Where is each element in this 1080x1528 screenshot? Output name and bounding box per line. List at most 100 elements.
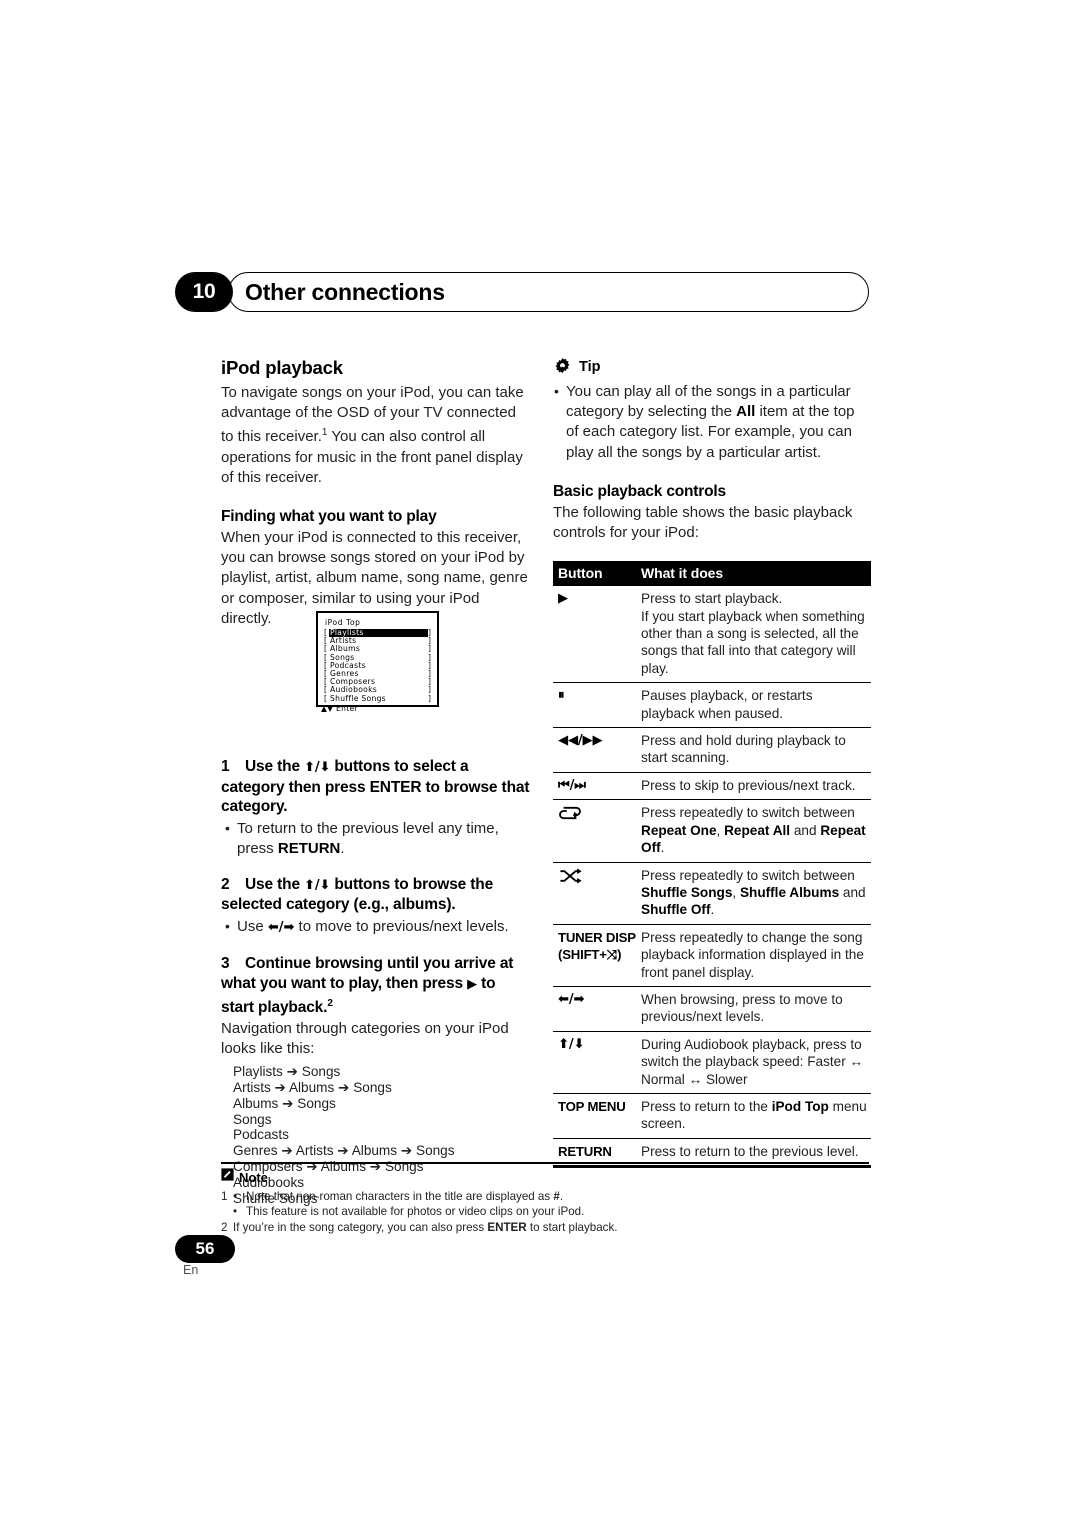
step-1-text-a: Use the — [245, 758, 305, 776]
list-item: Podcasts — [233, 1127, 289, 1143]
play-icon: ▶ — [467, 976, 477, 992]
note-text-post: . — [559, 1190, 564, 1203]
intro-paragraph: To navigate songs on your iPod, you can … — [221, 383, 531, 488]
note-item-1: 1 • Note that non-roman characters in the … — [221, 1189, 881, 1204]
menu-ipod-top: iPod Top — [771, 1098, 829, 1114]
desc-sep: , — [716, 822, 725, 838]
bullet-post: . — [340, 839, 345, 857]
step-2-bullets: Use ⬅/➡ to move to previous/next levels. — [221, 916, 531, 938]
step-2-text: 2 Use the ⬆/⬇ buttons to browse the selec… — [221, 875, 531, 915]
desc-line: Press to start playback. — [641, 591, 783, 607]
column-header-what-it-does: What it does — [636, 561, 871, 587]
shuffle-icon — [553, 862, 636, 925]
note-header: Note — [221, 1168, 881, 1186]
key-enter: ENTER — [487, 1220, 527, 1234]
ipod-item-label: Shuffle Songs — [330, 693, 386, 703]
desc-pre: Press repeatedly to switch between — [641, 805, 855, 821]
step-2-text-a: Use the — [245, 875, 305, 893]
row-description: When browsing, press to move to previous… — [636, 986, 871, 1032]
desc-post: . — [710, 902, 715, 918]
table-row: ⬅/➡ When browsing, press to move to prev… — [553, 986, 871, 1032]
bullet-pre: Use — [237, 917, 268, 935]
bracket-right: ] — [428, 693, 432, 703]
skip-prev-next-icon: ⏮/⏭ — [553, 772, 636, 801]
bullet-pre: To return to the previous level any time… — [237, 819, 499, 857]
mode-repeat-one: Repeat One — [641, 822, 717, 838]
left-column: iPod playback To navigate songs on your … — [221, 357, 531, 1206]
desc-sep: and — [839, 884, 866, 900]
page-number-badge: 56 — [175, 1235, 235, 1263]
step-1-number: 1 — [221, 758, 230, 776]
table-row: ⏸ Pauses playback, or restarts playback … — [553, 682, 871, 729]
note-item-3: 2 If you’re in the song category, you can… — [221, 1220, 881, 1235]
basic-controls-intro: The following table shows the basic play… — [553, 503, 853, 542]
step-3: 3 Continue browsing until you arrive at w… — [221, 954, 531, 1059]
note-bullet: • — [233, 1190, 238, 1203]
row-description: Press repeatedly to switch between Shuff… — [636, 862, 871, 925]
button-tuner-disp: TUNER DISP (SHIFT+⤨) — [553, 924, 636, 987]
repeat-icon — [553, 799, 636, 863]
playback-controls-table: Button What it does ▶ Press to start pla… — [553, 561, 871, 1169]
desc-post: . — [660, 840, 665, 856]
table-row: Press repeatedly to switch between Repea… — [553, 799, 871, 863]
list-item: To return to the previous level any time… — [221, 818, 531, 859]
chapter-title: Other connections — [245, 279, 445, 305]
step-2-number: 2 — [221, 875, 230, 893]
mode-shuffle-off: Shuffle Off — [641, 902, 711, 918]
table-row: ◀◀/▶▶ Press and hold during playback to … — [553, 727, 871, 773]
row-description: Press to start playback. If you start pl… — [636, 586, 871, 684]
list-item: Artists ➔ Albums ➔ Songs — [233, 1080, 392, 1095]
ipod-screen-footer-enter: ▲▼ Enter — [321, 703, 358, 713]
note-divider — [221, 1162, 869, 1165]
desc-line: If you start playback when something oth… — [641, 608, 865, 676]
row-description: During Audiobook playback, press to swit… — [636, 1031, 871, 1094]
tip-label: Tip — [579, 358, 601, 375]
note-text-pre: Note that non-roman characters in the ti… — [246, 1190, 554, 1203]
page-language-code: En — [183, 1263, 199, 1277]
nav-intro: Navigation through categories on your iP… — [221, 1019, 509, 1057]
list-item: You can play all of the songs in a parti… — [553, 381, 871, 463]
section-title-ipod-playback: iPod playback — [221, 357, 343, 378]
gear-icon — [553, 357, 572, 376]
key-all: All — [736, 403, 756, 421]
step-1: 1 Use the ⬆/⬇ buttons to select a categor… — [221, 757, 531, 859]
column-header-button: Button — [553, 561, 636, 587]
ipod-screen-list: [Playlists] [Artists] [Albums] [Songs] [… — [324, 628, 433, 703]
step-3-text: 3 Continue browsing until you arrive at w… — [221, 954, 531, 1018]
left-right-arrow-icon: ⬅/➡ — [553, 986, 636, 1032]
row-description: Press to return to the iPod Top menu scr… — [636, 1093, 871, 1139]
left-right-arrow-icon: ⬅/➡ — [267, 919, 295, 935]
list-item: Use ⬅/➡ to move to previous/next levels. — [221, 916, 531, 938]
footnote-marker-2: 2 — [327, 998, 333, 1010]
note-text-post: to start playback. — [526, 1220, 618, 1234]
mode-shuffle-songs: Shuffle Songs — [641, 884, 733, 900]
button-top-menu: TOP MENU — [553, 1093, 636, 1139]
step-1-text: 1 Use the ⬆/⬇ buttons to select a categor… — [221, 757, 531, 817]
note-text-pre: This feature is not available for photos… — [246, 1205, 585, 1219]
desc-sep: , — [732, 884, 740, 900]
list-item: Genres ➔ Artists ➔ Albums ➔ Songs — [233, 1143, 455, 1159]
subsection-title-finding: Finding what you want to play — [221, 508, 437, 526]
key-return: RETURN — [277, 839, 341, 857]
manual-page: 10 Other connections iPod playback To na… — [0, 0, 1080, 1528]
row-description: Press to skip to previous/next track. — [636, 772, 871, 801]
list-item: Albums ➔ Songs — [233, 1095, 336, 1111]
list-item: Songs — [233, 1111, 272, 1127]
bullet-post: to move to previous/next levels. — [294, 917, 509, 935]
subsection-title-basic-controls: Basic playback controls — [553, 482, 726, 500]
note-block: Note 1 • Note that non-roman characters in… — [221, 1168, 881, 1235]
desc-sep: and — [790, 822, 821, 838]
chapter-header: 10 Other connections — [175, 272, 869, 312]
button-sublabel: (SHIFT+⤨) — [558, 947, 622, 963]
step-2: 2 Use the ⬆/⬇ buttons to browse the selec… — [221, 875, 531, 938]
table-header-row: Button What it does — [553, 561, 871, 587]
chapter-number-badge: 10 — [175, 272, 233, 312]
mode-repeat-all: Repeat All — [724, 822, 791, 838]
pencil-icon — [221, 1168, 234, 1186]
tip-bullets: You can play all of the songs in a parti… — [553, 381, 871, 463]
table-row: Press repeatedly to switch between Shuff… — [553, 862, 871, 925]
ipod-list-item-shuffle-songs: [Shuffle Songs] — [324, 693, 433, 703]
scan-back-forward-icon: ◀◀/▶▶ — [553, 727, 636, 773]
up-down-arrow-icon: ⬆/⬇ — [304, 760, 331, 776]
table-row: TOP MENU Press to return to the iPod Top… — [553, 1093, 871, 1139]
